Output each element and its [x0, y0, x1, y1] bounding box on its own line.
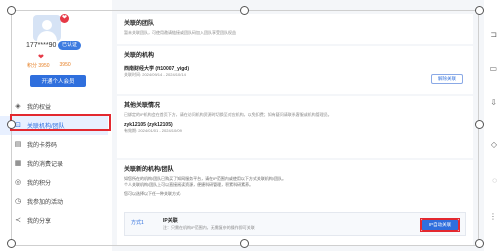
- stat-balance[interactable]: 3950: [60, 62, 71, 69]
- resize-handle-bottom-left[interactable]: [7, 239, 16, 248]
- sidebar-item-points[interactable]: ◎ 我的积分: [0, 173, 108, 192]
- ip-title: IP关联: [163, 218, 178, 224]
- sidebar-item-purchases[interactable]: ▦ 我的消费记录: [0, 154, 108, 173]
- resize-handle-bottom-right[interactable]: [475, 239, 484, 248]
- more-icon[interactable]: ⋮: [489, 212, 497, 221]
- download-icon[interactable]: ⇩: [490, 98, 497, 107]
- chat-icon[interactable]: ◌: [492, 176, 497, 185]
- ip-auto-link-button[interactable]: IP自动关联: [421, 219, 459, 231]
- ip-desc: 注：只需在机构IP范围内，无需复杂的操作即可关联: [163, 225, 255, 230]
- username: 177****90: [26, 42, 57, 49]
- heart-icon: ❤: [38, 54, 44, 61]
- main-content: 关联的团队 暂未关联团队，可使用邀请链接或团队码加入团队享受团队权益 关联的机构…: [112, 0, 484, 251]
- other-links-card: 其他关联情况 已绑定的IP机构会在首页下方，请在访问机构资源时切换至对应机构，以…: [117, 96, 473, 158]
- sidebar-item-label: 我的积分: [27, 181, 52, 187]
- sidebar-item-label: 我的消费记录: [27, 162, 64, 168]
- unbind-button[interactable]: 解除关联: [431, 74, 463, 84]
- resize-handle-top[interactable]: [240, 6, 249, 15]
- activity-icon: ◷: [14, 197, 22, 205]
- team-card: 关联的团队 暂未关联团队，可使用邀请链接或团队码加入团队享受团队权益: [117, 14, 473, 44]
- open-membership-button[interactable]: 开通个人会员: [30, 75, 86, 87]
- new-link-title: 关联新的机构/团队: [124, 167, 174, 173]
- new-link-card: 关联新的机构/团队 如您所在的机构/团队已购买了知网服务平台，请在IP范围内或使…: [117, 160, 473, 246]
- sidebar-item-label: 我的卡券码: [27, 143, 58, 149]
- share-icon: ≺: [15, 216, 21, 224]
- resize-handle-top-right[interactable]: [475, 6, 484, 15]
- coin-icon: ◎: [14, 178, 22, 186]
- institution-card: 关联的机构 西南财经大学 (ft10007_yigd) 关联时间: 2024/0…: [117, 46, 473, 94]
- gift-icon: ◈: [15, 102, 21, 110]
- heart-badge-icon: ❤: [60, 14, 69, 23]
- resize-handle-top-left[interactable]: [7, 6, 16, 15]
- sidebar-item-coupons[interactable]: ▤ 我的卡券码: [0, 135, 108, 154]
- new-link-line3: 您可以选择以下任一种关联方式:: [124, 191, 182, 196]
- resize-handle-left[interactable]: [7, 120, 16, 129]
- sidebar-item-label: 关联机构/团队: [27, 124, 65, 130]
- sidebar-item-label: 我参加的活动: [27, 200, 64, 206]
- team-card-desc: 暂未关联团队，可使用邀请链接或团队码加入团队享受团队权益: [124, 30, 236, 35]
- other-link-dates: 有效期: 2024/01/01 - 2024/10/09: [124, 128, 182, 133]
- sidebar-toggle-icon[interactable]: ▭: [489, 64, 497, 73]
- avatar-head: [42, 20, 52, 30]
- institution-name: 西南财经大学 (ft10007_yigd): [124, 66, 190, 72]
- sidebar-item-activities[interactable]: ◷ 我参加的活动: [0, 192, 108, 211]
- sidebar-item-benefits[interactable]: ◈ 我的权益: [0, 97, 108, 116]
- method-label: 方式1: [131, 220, 144, 226]
- resize-handle-bottom[interactable]: [240, 239, 249, 248]
- verified-badge[interactable]: 已认证: [58, 41, 82, 50]
- resize-handle-right[interactable]: [475, 120, 484, 129]
- team-card-title: 关联的团队: [124, 21, 155, 27]
- receipt-icon: ▦: [14, 159, 22, 167]
- sidebar-item-label: 我的权益: [27, 105, 52, 111]
- sidebar-item-linked-institutions[interactable]: ⊡ 关联机构/团队: [0, 116, 108, 135]
- sidebar-item-shares[interactable]: ≺ 我的分享: [0, 211, 108, 230]
- avatar-body: [37, 31, 57, 41]
- institution-card-title: 关联的机构: [124, 53, 155, 59]
- avatar[interactable]: [33, 15, 61, 41]
- sidebar-item-label: 我的分享: [27, 219, 52, 225]
- bookmark-icon[interactable]: ◇: [491, 140, 497, 149]
- page: ❤ 177****90 已认证 ❤ 积分 3950 3950 开通个人会员 ◈ …: [0, 0, 501, 251]
- stat-points[interactable]: 积分 3950: [27, 62, 50, 69]
- institution-dates: 关联时间: 2024/09/14 - 2024/10/14: [124, 72, 186, 77]
- user-stats: 积分 3950 3950: [27, 62, 71, 69]
- sidebar-nav: ◈ 我的权益 ⊡ 关联机构/团队 ▤ 我的卡券码 ▦ 我的消费记录 ◎ 我的积分…: [0, 97, 108, 230]
- ip-method-row: 方式1 IP关联 注：只需在机构IP范围内，无需复杂的操作即可关联 IP自动关联: [124, 212, 466, 236]
- other-links-title: 其他关联情况: [124, 103, 161, 109]
- sidebar: ❤ 177****90 已认证 ❤ 积分 3950 3950 开通个人会员 ◈ …: [0, 0, 108, 251]
- collapse-icon[interactable]: ⊐: [490, 30, 497, 39]
- card-icon: ▤: [14, 140, 22, 148]
